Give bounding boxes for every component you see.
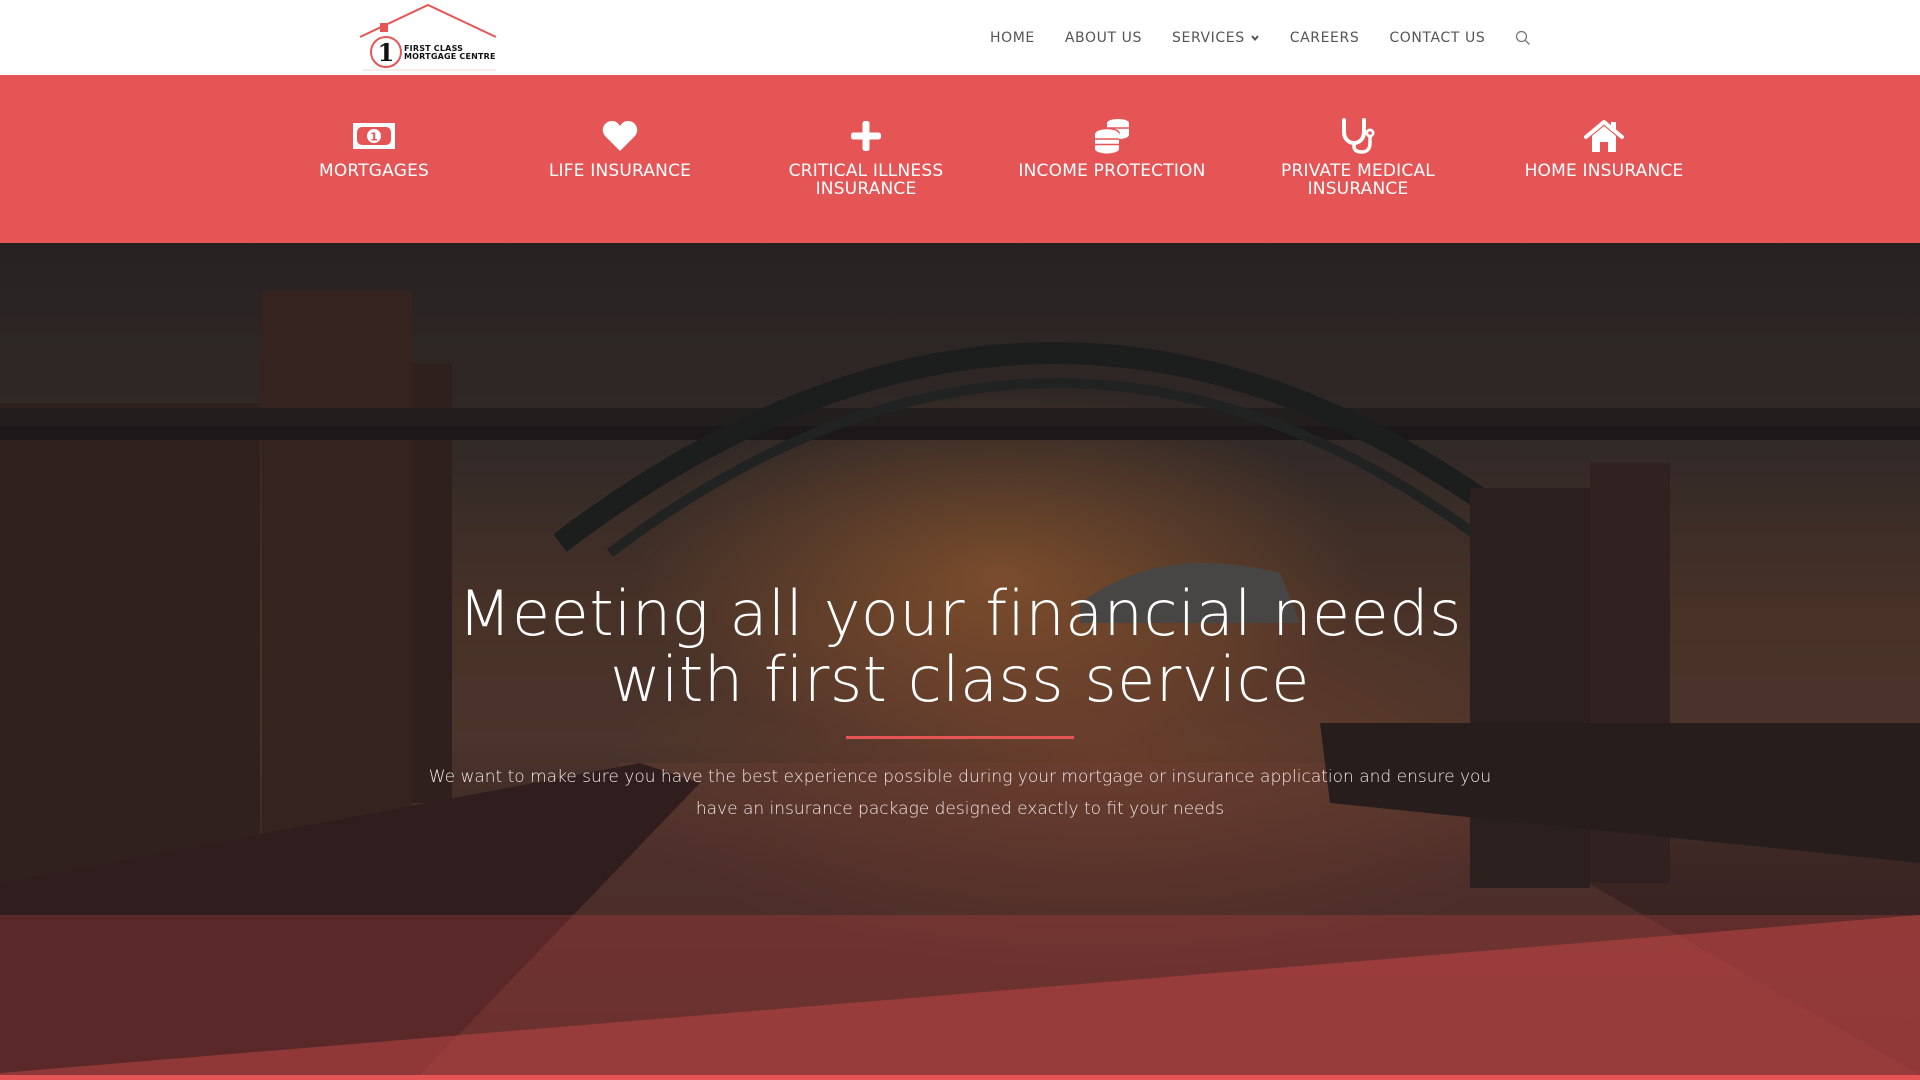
service-home-insurance[interactable]: HOME INSURANCE — [1481, 75, 1727, 243]
svg-text:1: 1 — [370, 131, 378, 144]
services-band: 1 MORTGAGES LIFE INSURANCE CRITICAL ILLN… — [0, 75, 1920, 243]
logo-line-2: MORTGAGE CENTRE — [404, 52, 496, 61]
service-critical-illness[interactable]: CRITICAL ILLNESS INSURANCE — [743, 75, 989, 243]
nav-home-label: HOME — [990, 29, 1035, 46]
coins-icon — [1090, 118, 1134, 154]
nav-about-us-label: ABOUT US — [1064, 29, 1143, 46]
site-header: 1 FIRST CLASS MORTGAGE CENTRE HOME ABOUT… — [0, 0, 1920, 75]
service-label: CRITICAL ILLNESS INSURANCE — [788, 161, 944, 199]
nav-home[interactable]: HOME — [990, 30, 1035, 46]
svg-text:1: 1 — [378, 38, 395, 67]
nav-contact-us[interactable]: CONTACT US — [1389, 30, 1485, 46]
hero-section: Meeting all your financial needs with fi… — [0, 243, 1920, 1075]
search-icon[interactable] — [1515, 30, 1531, 46]
service-income-protection[interactable]: INCOME PROTECTION — [989, 75, 1235, 243]
home-icon — [1582, 118, 1626, 154]
logo-text: FIRST CLASS MORTGAGE CENTRE — [404, 45, 496, 61]
service-label: LIFE INSURANCE — [548, 161, 692, 181]
nav-services-label: SERVICES — [1172, 29, 1245, 46]
bottom-accent-strip — [0, 1075, 1920, 1080]
nav-contact-us-label: CONTACT US — [1389, 29, 1486, 46]
nav-about-us[interactable]: ABOUT US — [1065, 30, 1142, 46]
hero-slant-shape — [0, 915, 1920, 1075]
chevron-down-icon — [1250, 34, 1259, 41]
plus-icon — [844, 118, 888, 154]
main-nav: HOME ABOUT US SERVICES CAREERS CONTACT U… — [990, 0, 1531, 75]
nav-services[interactable]: SERVICES — [1172, 30, 1260, 46]
service-label: HOME INSURANCE — [1524, 161, 1684, 181]
service-private-medical[interactable]: PRIVATE MEDICAL INSURANCE — [1235, 75, 1481, 243]
nav-careers[interactable]: CAREERS — [1290, 30, 1360, 46]
nav-careers-label: CAREERS — [1289, 29, 1360, 46]
logo[interactable]: 1 FIRST CLASS MORTGAGE CENTRE — [358, 3, 498, 71]
service-life-insurance[interactable]: LIFE INSURANCE — [497, 75, 743, 243]
heart-icon — [598, 118, 642, 154]
stethoscope-icon — [1336, 118, 1380, 154]
service-label: MORTGAGES — [318, 161, 430, 181]
service-label: PRIVATE MEDICAL INSURANCE — [1281, 161, 1435, 199]
service-mortgages[interactable]: 1 MORTGAGES — [251, 75, 497, 243]
service-label: INCOME PROTECTION — [1018, 161, 1206, 181]
banknote-icon: 1 — [352, 118, 396, 154]
